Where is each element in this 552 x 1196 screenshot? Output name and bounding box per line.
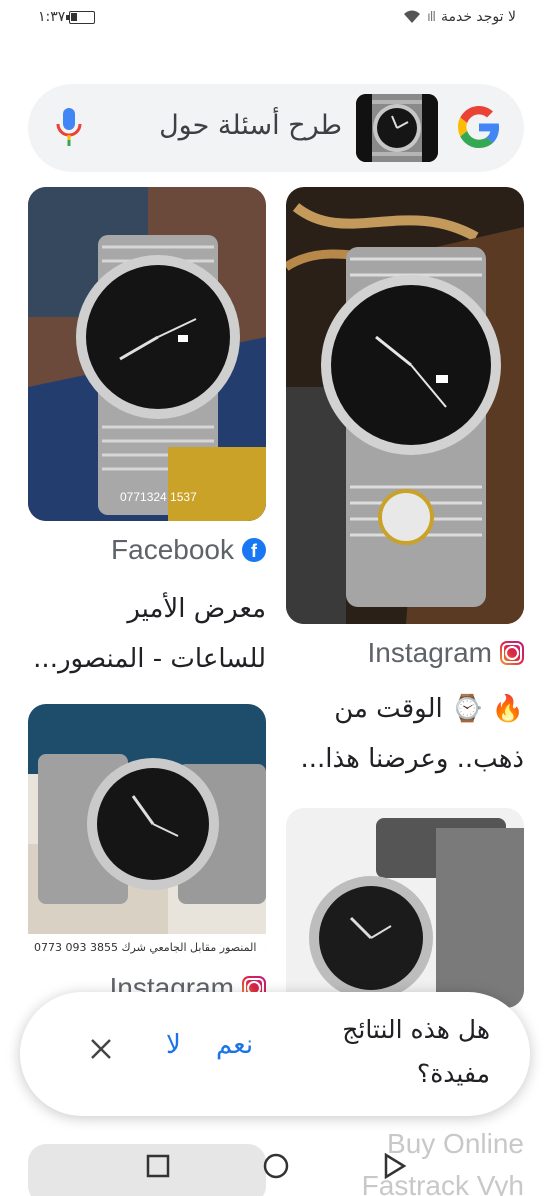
status-bar: لا توجد خدمة ıll ١:٣٧ [0, 0, 552, 36]
wifi-icon [404, 10, 421, 23]
facebook-icon: f [242, 538, 266, 562]
nav-back-icon[interactable] [376, 1148, 412, 1184]
result-source-instagram[interactable]: Instagram [368, 637, 524, 669]
status-right: لا توجد خدمة ıll [403, 9, 516, 25]
title-line-1[interactable]: معرض الأمير [28, 584, 266, 634]
source-label[interactable]: Facebook [111, 534, 234, 566]
signal-icon: ıll [427, 9, 436, 25]
result-source-facebook[interactable]: Facebook f [111, 534, 266, 566]
carrier-text: لا توجد خدمة [440, 9, 516, 25]
result-image-instagram[interactable] [286, 187, 524, 624]
source-label[interactable]: Instagram [368, 637, 493, 669]
google-logo-icon[interactable] [458, 106, 500, 148]
feedback-yes-button[interactable]: نعم [216, 1030, 253, 1060]
feedback-question: هل هذه النتائج مفيدة؟ [342, 1015, 490, 1088]
watermark-phone: 0771324 1537 [120, 490, 197, 504]
battery-icon [66, 10, 96, 24]
nav-home-icon[interactable] [258, 1148, 294, 1184]
clock-text: ١:٣٧ [38, 9, 66, 25]
result-image-product[interactable] [286, 808, 524, 1008]
result-title-facebook[interactable]: معرض الأمير للساعات - المنصور... [28, 584, 266, 684]
feedback-no-button[interactable]: لا [166, 1030, 181, 1060]
search-thumbnail-watch-image[interactable] [356, 94, 438, 162]
status-left: ١:٣٧ [38, 9, 96, 25]
result-image-facebook[interactable]: 0771324 1537 [28, 187, 266, 521]
title-line-2[interactable]: للساعات - المنصور... [28, 634, 266, 684]
title-line-1[interactable]: 🔥 ⌚ الوقت من [286, 684, 524, 734]
instagram-icon [500, 641, 524, 665]
feedback-popup: هل هذه النتائج مفيدة؟ نعم لا [20, 992, 530, 1116]
title-line-2[interactable]: ذهب.. وعرضنا هذا... [286, 734, 524, 784]
mic-icon[interactable] [54, 106, 84, 148]
search-query-text[interactable]: طرح أسئلة حول [159, 110, 342, 141]
caption-text: 0773 093 3855 المنصور مقابل الجامعي شرك [34, 941, 256, 954]
search-bar[interactable]: طرح أسئلة حول [28, 84, 524, 172]
result-image-instagram-2[interactable]: 0773 093 3855 المنصور مقابل الجامعي شرك [28, 704, 266, 960]
close-icon[interactable] [86, 1034, 116, 1064]
nav-recents-icon[interactable] [140, 1148, 176, 1184]
result-title-instagram[interactable]: 🔥 ⌚ الوقت من ذهب.. وعرضنا هذا... [286, 684, 524, 784]
